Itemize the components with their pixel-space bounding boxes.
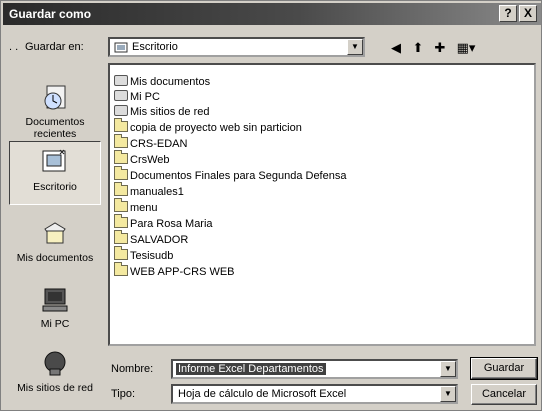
list-item[interactable]: Para Rosa Maria bbox=[114, 214, 213, 232]
folder-icon bbox=[114, 262, 128, 276]
place-label: Mis sitios de red bbox=[17, 382, 93, 394]
back-icon[interactable]: ◀ bbox=[387, 39, 405, 56]
my-documents-icon bbox=[44, 222, 66, 244]
place-label: Mi PC bbox=[40, 318, 70, 330]
folder-icon bbox=[114, 198, 128, 212]
dialog-title: Guardar como bbox=[9, 7, 92, 21]
list-item[interactable]: copia de proyecto web sin particion bbox=[114, 118, 302, 136]
folder-icon bbox=[114, 150, 128, 164]
places-bar: Documentos recientes Escritorio Mis docu… bbox=[7, 63, 103, 403]
chevron-down-icon[interactable]: ▼ bbox=[347, 39, 363, 55]
place-label: Documentos recientes bbox=[25, 116, 85, 140]
views-menu-icon[interactable]: ▦▾ bbox=[453, 39, 479, 56]
filename-input[interactable]: Informe Excel Departamentos ▼ bbox=[171, 359, 458, 379]
save-as-dialog: Guardar como ? X . . Guardar en: Escrito… bbox=[0, 0, 542, 411]
folder-icon bbox=[114, 134, 128, 148]
folder-icon bbox=[114, 246, 128, 260]
lookin-dots: . . bbox=[9, 41, 19, 53]
chevron-down-icon[interactable]: ▼ bbox=[440, 386, 456, 402]
lookin-combo[interactable]: Escritorio ▼ bbox=[108, 37, 365, 57]
desktop-icon bbox=[42, 149, 66, 172]
place-label: Mis documentos bbox=[16, 252, 94, 264]
folder-icon bbox=[114, 182, 128, 196]
desktop-folder-icon bbox=[114, 42, 128, 53]
folder-icon bbox=[114, 230, 128, 244]
list-item[interactable]: Mis sitios de red bbox=[114, 105, 209, 120]
recent-documents-icon bbox=[44, 85, 66, 110]
place-my-documents[interactable]: Mis documentos bbox=[9, 213, 101, 277]
cancel-button[interactable]: Cancelar bbox=[471, 384, 537, 405]
network-places-icon bbox=[114, 105, 128, 116]
place-network-places[interactable]: Mis sitios de red bbox=[9, 343, 101, 407]
lookin-value: Escritorio bbox=[132, 41, 178, 53]
filename-value: Informe Excel Departamentos bbox=[176, 363, 326, 375]
list-item[interactable]: Documentos Finales para Segunda Defensa bbox=[114, 166, 346, 184]
my-documents-icon bbox=[114, 75, 128, 86]
filetype-select[interactable]: Hoja de cálculo de Microsoft Excel ▼ bbox=[171, 384, 458, 404]
list-item[interactable]: SALVADOR bbox=[114, 230, 188, 248]
filetype-value: Hoja de cálculo de Microsoft Excel bbox=[178, 388, 347, 400]
list-item[interactable]: CrsWeb bbox=[114, 150, 170, 168]
up-folder-icon[interactable]: ⬆ bbox=[409, 39, 427, 56]
lookin-label: Guardar en: bbox=[25, 41, 84, 53]
list-item[interactable]: CRS-EDAN bbox=[114, 134, 187, 152]
filetype-label: Tipo: bbox=[111, 388, 136, 400]
place-label: Escritorio bbox=[33, 181, 77, 193]
title-bar: Guardar como ? X bbox=[3, 3, 541, 25]
place-my-computer[interactable]: Mi PC bbox=[9, 279, 101, 343]
list-item[interactable]: manuales1 bbox=[114, 182, 184, 200]
new-folder-icon[interactable]: ✚ bbox=[431, 39, 449, 56]
list-item[interactable]: WEB APP-CRS WEB bbox=[114, 262, 235, 280]
help-button[interactable]: ? bbox=[499, 5, 517, 22]
place-desktop[interactable]: Escritorio bbox=[9, 141, 101, 205]
my-computer-icon bbox=[114, 90, 128, 101]
network-places-icon bbox=[44, 351, 66, 376]
place-recent-documents[interactable]: Documentos recientes bbox=[9, 77, 101, 141]
file-list[interactable]: Mis documentos Mi PC Mis sitios de red c… bbox=[108, 63, 536, 346]
folder-icon bbox=[114, 214, 128, 228]
filename-label: Nombre: bbox=[111, 363, 154, 375]
list-item[interactable]: Mi PC bbox=[114, 90, 160, 105]
folder-icon bbox=[114, 118, 128, 132]
list-item[interactable]: Mis documentos bbox=[114, 75, 210, 90]
close-button[interactable]: X bbox=[519, 5, 537, 22]
folder-icon bbox=[114, 166, 128, 180]
my-computer-icon bbox=[42, 288, 68, 312]
save-button[interactable]: Guardar bbox=[470, 357, 538, 380]
chevron-down-icon[interactable]: ▼ bbox=[440, 361, 456, 377]
list-item[interactable]: Tesisudb bbox=[114, 246, 173, 264]
